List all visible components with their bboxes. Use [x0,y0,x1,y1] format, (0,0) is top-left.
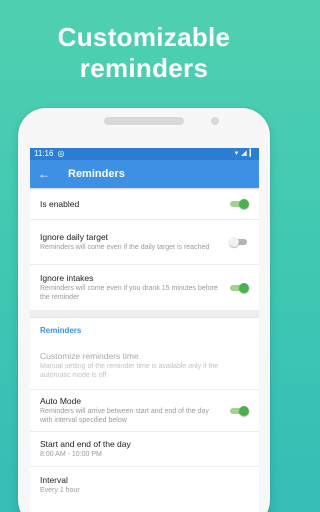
app-bar: ← Reminders [30,160,259,188]
is-enabled-toggle[interactable] [229,198,249,209]
signal-icon: ◢ [241,150,247,157]
phone-frame: 11:16 ◎ ▾ ◢ ▎ ← Reminders Is enabled Ign… [18,108,270,512]
arrow-left-icon[interactable]: ← [38,167,62,181]
status-bar: 11:16 ◎ ▾ ◢ ▎ [30,148,259,160]
setting-interval[interactable]: Interval Every 1 hour [30,467,259,503]
notification-icon: ◎ [57,149,65,158]
headline-line-2: reminders [79,53,209,83]
setting-title: Ignore daily target [40,231,109,242]
wifi-icon: ▾ [234,150,239,157]
phone-camera [211,117,219,125]
setting-title: Auto Mode [40,396,82,406]
page-title: Reminders [68,168,125,180]
setting-title: Interval [40,474,68,485]
headline-line-1: Customizable [57,22,231,52]
setting-title: Customize reminders time [40,351,139,361]
setting-customize-reminders-time: Customize reminders time Manual setting … [30,342,259,390]
phone-screen: 11:16 ◎ ▾ ◢ ▎ ← Reminders Is enabled Ign… [30,148,259,512]
setting-ignore-daily-target[interactable]: Ignore daily target Reminders will come … [30,220,259,265]
setting-value: Every 1 hour [40,486,80,494]
setting-description: Reminders will arrive between start and … [40,408,209,424]
section-divider [30,310,259,318]
ignore-daily-target-toggle[interactable] [229,237,249,247]
ignore-intakes-toggle[interactable] [229,282,249,293]
setting-title: Start and end of the day [40,438,131,449]
setting-description: Reminders will come even if you drank 15… [40,285,218,301]
setting-is-enabled[interactable]: Is enabled [30,188,259,220]
setting-start-end-of-day[interactable]: Start and end of the day 8:00 AM - 10:00… [30,432,259,467]
setting-title: Ignore intakes [40,273,94,283]
status-time: 11:16 [34,149,54,158]
auto-mode-toggle[interactable] [229,405,249,416]
setting-ignore-intakes[interactable]: Ignore intakes Reminders will come even … [30,265,259,310]
setting-title: Is enabled [40,198,80,209]
section-header-reminders: Reminders [40,325,82,335]
setting-auto-mode[interactable]: Auto Mode Reminders will arrive between … [30,390,259,432]
setting-description: Reminders will come even if the daily ta… [40,243,210,251]
battery-icon: ▎ [249,150,255,157]
setting-description: Manual setting of the reminder time is a… [40,363,219,379]
promo-headline: Customizable reminders [0,22,288,84]
setting-value: 8:00 AM - 10:00 PM [40,450,102,458]
phone-speaker [104,117,184,125]
